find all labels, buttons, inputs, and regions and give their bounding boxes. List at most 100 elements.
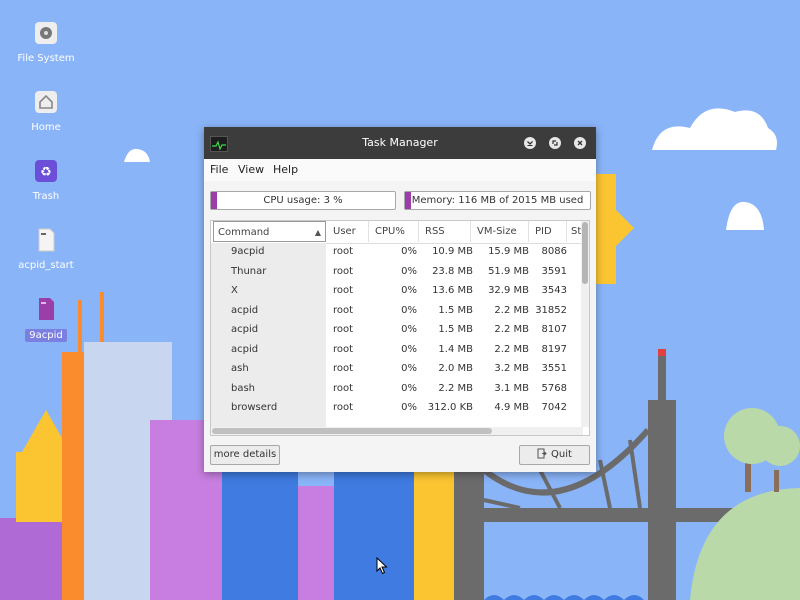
cell-rss: 10.9 MB bbox=[432, 246, 473, 257]
desktop-icon-label: Home bbox=[31, 122, 61, 133]
cell-pid: 8197 bbox=[541, 343, 567, 355]
window-title: Task Manager bbox=[362, 136, 438, 149]
column-header-command[interactable]: Command ▲ bbox=[213, 221, 326, 242]
desktop-icon-trash[interactable]: ♻ Trash bbox=[6, 158, 86, 202]
table-row[interactable]: browserd root 0% 312.0 KB 4.9 MB 7042 bbox=[211, 399, 583, 419]
table-row[interactable]: acpid root 0% 1.5 MB 2.2 MB 8107 bbox=[211, 321, 583, 341]
quit-label: Quit bbox=[551, 449, 572, 460]
table-header: Command ▲ User CPU% RSS VM-Size PID Sta bbox=[211, 221, 583, 244]
cell-rss: 1.5 MB bbox=[438, 304, 473, 316]
maximize-button[interactable] bbox=[549, 137, 561, 149]
cell-cpu: 0% bbox=[401, 304, 417, 316]
cell-cpu: 0% bbox=[401, 382, 417, 394]
svg-text:♻: ♻ bbox=[40, 165, 52, 180]
cell-command: browserd bbox=[231, 402, 278, 413]
cell-vm-size: 51.9 MB bbox=[488, 265, 529, 277]
cell-cpu: 0% bbox=[401, 343, 417, 355]
cell-command: ash bbox=[231, 363, 249, 374]
table-row[interactable]: 9acpid root 0% 10.9 MB 15.9 MB 8086 bbox=[211, 243, 583, 263]
menu-view[interactable]: View bbox=[238, 163, 264, 176]
cell-user: root bbox=[333, 382, 354, 394]
cell-user: root bbox=[333, 304, 354, 316]
desktop-icon-acpid-start[interactable]: acpid_start bbox=[6, 227, 86, 271]
cell-cpu: 0% bbox=[401, 246, 417, 257]
table-row[interactable]: Thunar root 0% 23.8 MB 51.9 MB 3591 bbox=[211, 263, 583, 283]
desktop-icon-label-selected: 9acpid bbox=[25, 329, 67, 342]
process-table: Command ▲ User CPU% RSS VM-Size PID Sta … bbox=[210, 220, 590, 436]
memory-usage-label: Memory: 116 MB of 2015 MB used bbox=[411, 195, 584, 206]
desktop-icon-label: acpid_start bbox=[18, 260, 74, 271]
cell-cpu: 0% bbox=[401, 363, 417, 374]
cell-user: root bbox=[333, 246, 354, 257]
sort-ascending-icon: ▲ bbox=[314, 228, 321, 237]
cell-cpu: 0% bbox=[401, 285, 417, 296]
cell-rss: 13.6 MB bbox=[432, 285, 473, 296]
cell-vm-size: 3.1 MB bbox=[494, 382, 529, 394]
memory-usage-meter: Memory: 116 MB of 2015 MB used bbox=[404, 191, 591, 210]
close-button[interactable] bbox=[574, 137, 586, 149]
vertical-scroll-thumb[interactable] bbox=[582, 222, 588, 284]
title-bar[interactable]: Task Manager bbox=[204, 127, 596, 159]
cell-command: Thunar bbox=[231, 265, 267, 277]
hard-drive-icon bbox=[33, 20, 59, 46]
cell-vm-size: 3.2 MB bbox=[494, 363, 529, 374]
cell-vm-size: 2.2 MB bbox=[494, 304, 529, 316]
cell-rss: 23.8 MB bbox=[432, 265, 473, 277]
cell-pid: 7042 bbox=[541, 402, 567, 413]
desktop-icon-home[interactable]: Home bbox=[6, 89, 86, 133]
cell-pid: 3543 bbox=[541, 285, 567, 296]
vertical-scrollbar[interactable] bbox=[581, 221, 589, 427]
maximize-icon bbox=[552, 140, 558, 146]
cpu-usage-meter: CPU usage: 3 % bbox=[210, 191, 396, 210]
desktop-icon-label: Trash bbox=[32, 191, 60, 202]
cell-user: root bbox=[333, 285, 354, 296]
cell-cpu: 0% bbox=[401, 402, 417, 413]
cell-rss: 1.5 MB bbox=[438, 324, 473, 335]
cell-rss: 1.4 MB bbox=[438, 343, 473, 355]
table-row[interactable]: Xroot 0% 13.6 MB 32.9 MB 3543 bbox=[211, 282, 583, 302]
minimize-icon bbox=[527, 141, 533, 146]
horizontal-scroll-thumb[interactable] bbox=[212, 428, 492, 434]
cell-cpu: 0% bbox=[401, 324, 417, 335]
cell-command: bash bbox=[231, 382, 256, 394]
table-row[interactable]: ash root 0% 2.0 MB 3.2 MB 3551 bbox=[211, 360, 583, 380]
cell-cpu: 0% bbox=[401, 265, 417, 277]
cell-pid: 3551 bbox=[541, 363, 567, 374]
cell-vm-size: 2.2 MB bbox=[494, 343, 529, 355]
cell-vm-size: 32.9 MB bbox=[488, 285, 529, 296]
cell-user: root bbox=[333, 363, 354, 374]
column-header-pid[interactable]: PID bbox=[531, 221, 567, 242]
cell-user: root bbox=[333, 324, 354, 335]
more-details-button[interactable]: more details bbox=[210, 445, 280, 465]
cell-pid: 8086 bbox=[541, 246, 567, 257]
cell-rss: 312.0 KB bbox=[427, 402, 473, 413]
column-header-user[interactable]: User bbox=[329, 221, 369, 242]
horizontal-scrollbar[interactable] bbox=[211, 427, 583, 435]
desktop-icon-file-system[interactable]: File System bbox=[6, 20, 86, 64]
cell-vm-size: 4.9 MB bbox=[494, 402, 529, 413]
column-header-rss[interactable]: RSS bbox=[421, 221, 471, 242]
cell-command: 9acpid bbox=[231, 246, 265, 257]
table-row[interactable]: acpid root 0% 1.5 MB 2.2 MB 31852 bbox=[211, 302, 583, 322]
minimize-button[interactable] bbox=[524, 137, 536, 149]
table-row[interactable]: acpid root 0% 1.4 MB 2.2 MB 8197 bbox=[211, 341, 583, 361]
cell-pid: 5768 bbox=[541, 382, 567, 394]
column-header-vm-size[interactable]: VM-Size bbox=[473, 221, 529, 242]
quit-icon bbox=[537, 448, 547, 466]
menu-help[interactable]: Help bbox=[273, 163, 298, 176]
script-file-icon bbox=[33, 227, 59, 253]
cpu-usage-label: CPU usage: 3 % bbox=[263, 195, 343, 206]
cell-vm-size: 2.2 MB bbox=[494, 324, 529, 335]
menu-file[interactable]: File bbox=[210, 163, 228, 176]
task-manager-window: Task Manager File View Help CPU usage: 3… bbox=[204, 127, 596, 472]
cell-pid: 31852 bbox=[535, 304, 567, 316]
cell-command: X bbox=[231, 285, 238, 296]
table-row[interactable]: bash root 0% 2.2 MB 3.1 MB 5768 bbox=[211, 380, 583, 400]
cell-user: root bbox=[333, 402, 354, 413]
column-header-cpu[interactable]: CPU% bbox=[371, 221, 419, 242]
table-body: 9acpid root 0% 10.9 MB 15.9 MB 8086 Thunar root… bbox=[211, 243, 583, 427]
quit-button[interactable]: Quit bbox=[519, 445, 590, 465]
cell-command: acpid bbox=[231, 304, 259, 316]
recycle-icon: ♻ bbox=[33, 158, 59, 184]
desktop-icon-9acpid[interactable]: 9acpid bbox=[6, 296, 86, 342]
